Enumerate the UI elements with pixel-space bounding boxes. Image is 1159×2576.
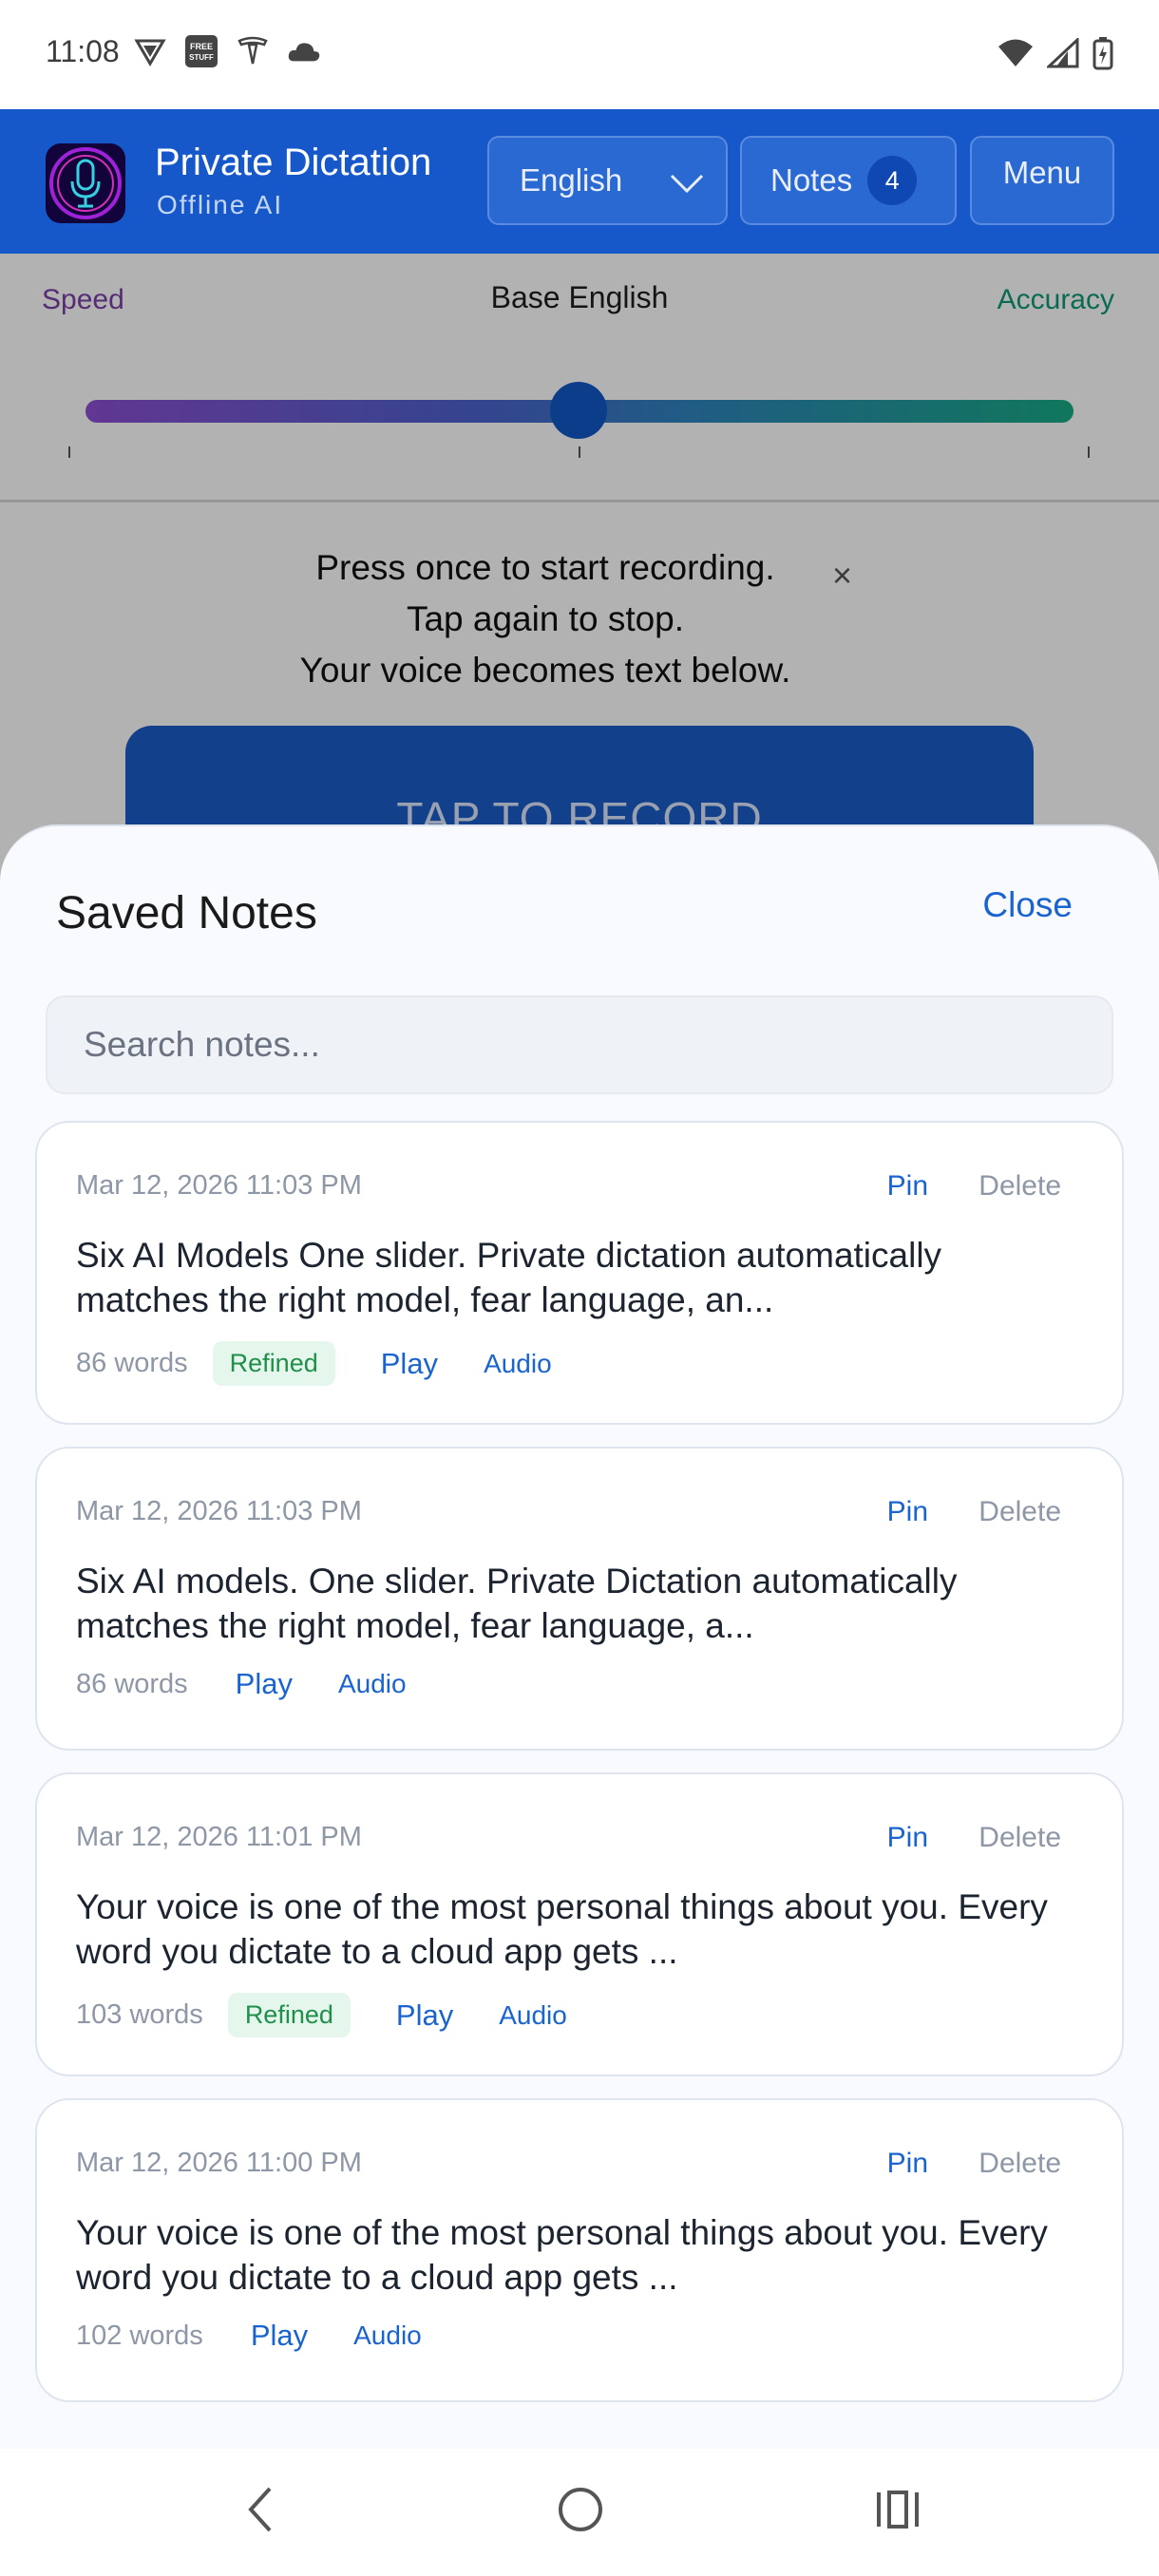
pin-button[interactable]: Pin	[887, 2148, 928, 2180]
wifi-icon	[998, 38, 1034, 73]
notes-count-badge: 4	[867, 156, 918, 205]
audio-button[interactable]: Audio	[338, 1669, 407, 1699]
delete-button[interactable]: Delete	[978, 1170, 1061, 1203]
refined-badge: Refined	[212, 1341, 335, 1386]
battery-icon	[1092, 36, 1113, 75]
note-card[interactable]: Mar 12, 2026 11:01 PM Pin Delete Your vo…	[35, 1772, 1124, 2076]
app-header: Private Dictation Offline AI English Not…	[0, 109, 1159, 254]
svg-text:STUFF: STUFF	[189, 53, 214, 62]
note-footer: 86 words Refined Play Audio	[76, 1341, 552, 1386]
sheet-title: Saved Notes	[56, 888, 317, 938]
app-subtitle: Offline AI	[157, 190, 284, 219]
svg-text:FREE: FREE	[190, 42, 213, 51]
app-title: Private Dictation	[155, 142, 432, 183]
recents-icon[interactable]	[874, 2481, 922, 2543]
delete-button[interactable]: Delete	[978, 1496, 1061, 1528]
chevron-down-icon	[669, 166, 705, 202]
note-card[interactable]: Mar 12, 2026 11:03 PM Pin Delete Six AI …	[35, 1447, 1124, 1751]
pin-button[interactable]: Pin	[887, 1496, 928, 1528]
note-preview: Your voice is one of the most personal t…	[76, 1887, 1048, 1971]
note-card[interactable]: Mar 12, 2026 11:03 PM Pin Delete Six AI …	[35, 1121, 1124, 1425]
note-preview: Your voice is one of the most personal t…	[76, 2213, 1048, 2297]
back-icon[interactable]	[241, 2481, 279, 2543]
menu-button[interactable]: Menu	[970, 136, 1114, 225]
delete-button[interactable]: Delete	[978, 1822, 1061, 1854]
word-count: 103 words	[76, 1999, 203, 2030]
notification-icons: FREE STUFF	[133, 34, 321, 68]
note-date: Mar 12, 2026 11:00 PM	[76, 2148, 362, 2178]
close-button[interactable]: Close	[982, 885, 1073, 925]
system-nav-bar	[0, 2449, 1159, 2576]
language-value: English	[520, 162, 623, 198]
search-notes-input[interactable]	[46, 995, 1113, 1094]
play-button[interactable]: Play	[236, 1667, 293, 1701]
vpn-shield-icon	[133, 34, 167, 68]
pin-button[interactable]: Pin	[887, 1822, 928, 1854]
audio-button[interactable]: Audio	[484, 1349, 552, 1379]
home-icon[interactable]	[555, 2481, 606, 2543]
refined-badge: Refined	[227, 1993, 351, 2037]
play-button[interactable]: Play	[381, 1347, 438, 1381]
notes-label: Notes	[770, 162, 853, 198]
note-footer: 86 words Play Audio	[76, 1667, 407, 1701]
status-time: 11:08	[46, 34, 120, 68]
system-icons	[998, 36, 1113, 75]
app-logo-microphone-icon	[46, 143, 125, 223]
note-date: Mar 12, 2026 11:03 PM	[76, 1496, 362, 1526]
play-button[interactable]: Play	[251, 2319, 308, 2353]
word-count: 102 words	[76, 2320, 203, 2351]
signal-icon	[1045, 36, 1079, 73]
note-footer: 103 words Refined Play Audio	[76, 1993, 567, 2037]
notes-button[interactable]: Notes 4	[740, 136, 957, 225]
menu-label: Menu	[1002, 155, 1082, 190]
note-preview: Six AI models. One slider. Private Dicta…	[76, 1562, 958, 1645]
delete-button[interactable]: Delete	[978, 2148, 1061, 2180]
note-date: Mar 12, 2026 11:01 PM	[76, 1822, 362, 1852]
free-stuff-icon: FREE STUFF	[184, 34, 218, 68]
audio-button[interactable]: Audio	[499, 2000, 567, 2031]
play-button[interactable]: Play	[396, 1998, 453, 2033]
note-preview: Six AI Models One slider. Private dictat…	[76, 1236, 942, 1319]
status-bar: 11:08 FREE STUFF	[0, 0, 1159, 109]
saved-notes-sheet: Saved Notes Close Mar 12, 2026 11:03 PM …	[0, 824, 1159, 2451]
note-date: Mar 12, 2026 11:03 PM	[76, 1170, 362, 1201]
word-count: 86 words	[76, 1348, 188, 1378]
language-select[interactable]: English	[487, 136, 728, 225]
cloud-icon	[287, 34, 321, 68]
pin-button[interactable]: Pin	[887, 1170, 928, 1203]
note-card[interactable]: Mar 12, 2026 11:00 PM Pin Delete Your vo…	[35, 2098, 1124, 2402]
audio-button[interactable]: Audio	[353, 2320, 422, 2351]
word-count: 86 words	[76, 1668, 188, 1699]
note-footer: 102 words Play Audio	[76, 2319, 422, 2353]
tesla-icon	[236, 34, 270, 68]
